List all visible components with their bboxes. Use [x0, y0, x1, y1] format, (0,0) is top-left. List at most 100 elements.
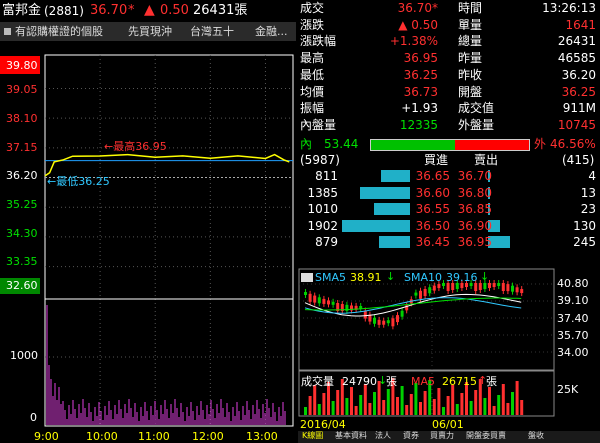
xtick: 10:00 — [86, 430, 118, 443]
kline-volume-bar — [317, 404, 321, 415]
bottom-tab[interactable]: 開盤委買賣 — [466, 432, 506, 440]
tab-warrant[interactable]: 有認購權證的個股 — [15, 26, 103, 37]
ask-total: (415) — [562, 153, 595, 167]
kline-volume-bar — [313, 385, 317, 415]
kline-volume-bar — [354, 406, 358, 415]
candle-body — [363, 310, 367, 319]
candle-body — [327, 300, 330, 305]
quote-label: 昨收 — [458, 67, 483, 82]
stock-name: 富邦金 — [2, 3, 42, 18]
vol-unit: 張 — [386, 375, 397, 388]
kline-volume-bar — [469, 401, 473, 415]
quote-label: 均價 — [300, 84, 325, 99]
kline-ytick: 37.40 — [557, 312, 589, 325]
bottom-tab[interactable]: 法人 — [375, 432, 391, 440]
kline-volume-bar — [382, 400, 386, 415]
quote-label: 單量 — [458, 17, 483, 32]
candle-body — [442, 283, 445, 286]
bid-total: (5987) — [300, 153, 340, 167]
ratio-bar-in — [371, 140, 456, 150]
tab-taiwan50[interactable]: 台灣五十 — [190, 26, 234, 37]
ytick: 33.35 — [6, 255, 38, 268]
candle-body — [317, 297, 321, 304]
bid-volume: 1902 — [307, 218, 338, 233]
quote-label: 成交值 — [458, 101, 495, 116]
bottom-tab[interactable]: 基本資料 — [335, 432, 367, 440]
bottom-tab[interactable]: K線圖 — [302, 432, 323, 440]
candle-body — [432, 285, 436, 291]
quote-label: 最高 — [300, 51, 325, 66]
candle-body — [515, 287, 519, 293]
kline-volume-bar — [368, 403, 372, 415]
tab-finance[interactable]: 金融... — [255, 26, 288, 37]
kline-volume-bar — [520, 400, 524, 415]
tab-daytrade[interactable]: 先買現沖 — [128, 26, 172, 37]
vol-value: 24790 — [342, 375, 377, 388]
vol-tick-0: 0 — [30, 411, 37, 424]
ratio-out-pct: 46.56% — [550, 137, 596, 151]
candle-body — [474, 283, 478, 291]
quote-label: 內盤量 — [300, 117, 337, 132]
candle-body — [520, 289, 524, 294]
kline-volume-bar — [405, 405, 409, 415]
intraday-chart — [44, 54, 294, 427]
kline-volume-bar — [409, 394, 413, 415]
candle-body — [313, 295, 317, 303]
ytick-prev-close: 36.20 — [6, 169, 38, 182]
kline-volume-bar — [511, 392, 514, 415]
category-tabs: 有認購權證的個股 先買現沖 台灣五十 金融... — [0, 22, 296, 41]
quote-value: +1.93 — [401, 101, 438, 116]
bid-volume-bar — [342, 219, 410, 232]
quote-value: 10745 — [557, 117, 596, 132]
vol-tick-1000: 1000 — [10, 349, 38, 362]
kline-volume-bar — [483, 398, 487, 415]
candle-body — [382, 320, 386, 325]
candle-body — [428, 287, 432, 294]
bottom-tab-bar: K線圖 基本資料 法人 資券 買賣力 開盤委買賣 盤收 — [298, 431, 600, 443]
ratio-out-label: 外 — [534, 137, 547, 151]
high-annotation: ←最高36.95 — [104, 140, 167, 153]
candle-body — [331, 301, 335, 305]
candle-body — [501, 283, 505, 291]
quote-label: 總量 — [458, 34, 483, 49]
bid-volume: 879 — [315, 235, 338, 249]
candle-body — [396, 315, 399, 323]
vol-unit: 張 — [486, 375, 497, 388]
bottom-tab[interactable]: 盤收 — [528, 432, 544, 440]
candle-body — [423, 288, 427, 296]
kline-volume-bar — [423, 391, 427, 415]
quote-value: 36.73 — [403, 84, 438, 99]
stock-header: 富邦金 (2881) 36.70 * ▲ 0.50 26431張 — [0, 0, 296, 22]
down-arrow-icon: ↓ — [386, 270, 396, 283]
bottom-tab[interactable]: 買賣力 — [430, 432, 454, 440]
quote-value: 26431 — [557, 34, 596, 49]
bid-volume-bar — [381, 170, 410, 182]
intraday-chart-panel — [0, 41, 296, 430]
quote-value: 12335 — [399, 117, 438, 132]
kline-volume-bar — [451, 385, 455, 415]
quote-label: 昨量 — [458, 51, 483, 66]
ask-volume: 4 — [588, 169, 596, 183]
quote-panel: 成交 36.70* 時間 13:26:13 漲跌 ▲ 0.50 單量 1641 漲跌幅 +1.38… — [298, 0, 600, 152]
kline-volume-bar — [350, 387, 353, 415]
ratio-bar — [370, 139, 530, 151]
kline-volume-bar — [515, 381, 519, 415]
bottom-tab[interactable]: 資券 — [403, 432, 419, 440]
stock-price: 36.70 — [90, 3, 128, 18]
bid-volume-bar — [378, 236, 410, 248]
bid-price: 36.50 — [415, 218, 450, 233]
xtick: 11:00 — [138, 430, 170, 443]
stock-code: (2881) — [44, 4, 84, 18]
candle-body — [391, 318, 395, 327]
quote-label: 漲跌 — [300, 17, 325, 32]
kline-ytick: 35.70 — [557, 329, 589, 342]
price-line-series — [44, 153, 290, 177]
kline-volume-bar — [497, 395, 501, 415]
bid-price: 36.60 — [415, 185, 450, 200]
vol-label: 成交量 — [301, 375, 334, 388]
kline-volume-bar — [474, 390, 478, 415]
menu-square-icon[interactable] — [4, 28, 11, 35]
candle-body — [377, 319, 381, 325]
collapse-toggle-icon[interactable] — [301, 273, 313, 282]
price-change: 0.50 — [160, 3, 189, 18]
